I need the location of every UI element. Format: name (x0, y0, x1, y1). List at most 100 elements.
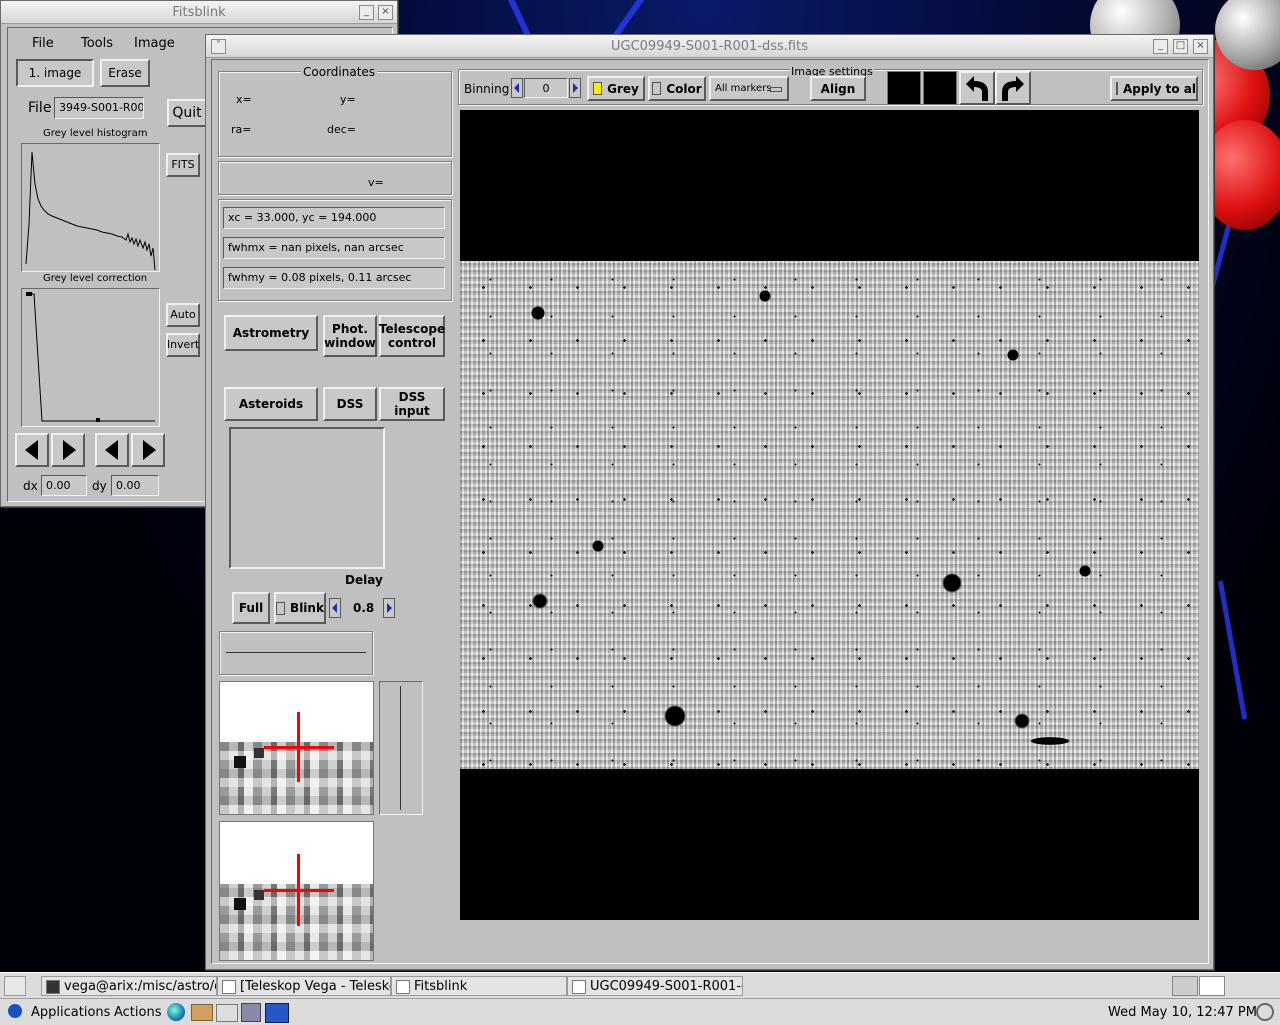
delay-increase-arrow-icon[interactable] (383, 598, 395, 618)
top-panel: Applications Actions Wed May 10, 12:47 P… (0, 998, 1280, 1025)
workspace-1-icon[interactable] (1172, 976, 1198, 996)
binning-increase-arrow-icon[interactable] (569, 78, 581, 98)
undo-button[interactable] (959, 71, 995, 105)
x-label: x= (236, 93, 252, 106)
prev-arrow-icon[interactable] (15, 433, 49, 467)
zoom-scrollbar-track (400, 686, 401, 810)
markers-dropdown[interactable]: All markers (709, 76, 789, 101)
phot-window-button[interactable]: Phot. window (323, 315, 377, 357)
minimize-icon[interactable]: _ (359, 5, 374, 20)
terminal-launcher-icon[interactable] (265, 1003, 289, 1023)
align-button[interactable]: Align (810, 76, 866, 101)
image-canvas[interactable] (460, 110, 1199, 920)
next-arrow-icon[interactable] (51, 433, 85, 467)
zoom-scrollbar[interactable] (379, 681, 423, 815)
color-button[interactable]: Color (648, 76, 706, 101)
color-swatch-1[interactable] (887, 71, 921, 105)
blink-button[interactable]: Blink (274, 592, 326, 624)
color-label: Color (666, 81, 702, 96)
grey-button[interactable]: Grey (587, 76, 645, 101)
markers-option-label: All markers (715, 82, 772, 94)
apply-label: Apply to all (1123, 81, 1198, 96)
dy-field[interactable]: 0.00 (111, 475, 159, 496)
fitsblink-title: Fitsblink (172, 5, 226, 20)
image-window-title: UGC09949-S001-R001-dss.fits (611, 39, 808, 54)
app-icon (222, 980, 236, 994)
correction-plot (26, 292, 155, 422)
grey-checkbox-icon (593, 82, 603, 95)
task-label: UGC09949-S001-R001-ds (590, 979, 743, 994)
crosshair-vertical (297, 712, 300, 782)
main-menu-icon[interactable] (8, 1004, 22, 1018)
prev-arrow-icon[interactable] (95, 433, 129, 467)
window-icon (572, 980, 586, 994)
task-image-window[interactable]: UGC09949-S001-R001-ds (567, 976, 743, 996)
undo-arrow-icon (966, 76, 988, 101)
dss-button[interactable]: DSS (323, 387, 377, 421)
redo-button[interactable] (995, 71, 1031, 105)
close-icon[interactable]: × (1193, 39, 1208, 54)
fitsblink-titlebar[interactable]: Fitsblink _ × (1, 1, 397, 24)
fwhmy-readout: fwhmy = 0.08 pixels, 0.11 arcsec (223, 267, 445, 289)
tools-launcher-icon[interactable] (241, 1003, 261, 1022)
asteroids-button[interactable]: Asteroids (224, 387, 318, 421)
show-desktop-icon[interactable] (4, 976, 26, 996)
task-telescope[interactable]: [Teleskop Vega - Telesko (217, 976, 391, 996)
volume-icon[interactable] (1256, 1003, 1274, 1021)
mail-launcher-icon[interactable] (191, 1004, 213, 1021)
menu-tools[interactable]: Tools (81, 36, 113, 51)
dx-field[interactable]: 0.00 (41, 475, 87, 496)
telescope-control-button[interactable]: Telescope control (379, 315, 445, 357)
dss-input-button[interactable]: DSS input (379, 387, 445, 421)
menu-image[interactable]: Image (134, 36, 175, 51)
apply-to-all-button[interactable]: Apply to all (1110, 76, 1198, 101)
full-button[interactable]: Full (232, 592, 270, 624)
maximize-icon[interactable]: □ (1173, 39, 1188, 54)
browser-launcher-icon[interactable] (167, 1003, 185, 1021)
grey-label: Grey (607, 81, 639, 96)
color-swatch-2[interactable] (923, 71, 957, 105)
file-field[interactable]: 3949-S001-R001- (54, 97, 144, 119)
menu-file[interactable]: File (32, 36, 54, 51)
fwhmx-readout: fwhmx = nan pixels, nan arcsec (223, 237, 445, 259)
close-icon[interactable]: × (378, 5, 393, 20)
binning-field[interactable]: 0 (524, 78, 568, 98)
invert-button[interactable]: Invert (166, 333, 200, 357)
zoom-star (234, 756, 246, 768)
applications-menu[interactable]: Applications (31, 1005, 110, 1020)
blink-slider-track[interactable] (226, 652, 366, 653)
task-label: [Teleskop Vega - Telesko (240, 979, 391, 994)
image-window-titlebar[interactable]: ˅ UGC09949-S001-R001-dss.fits _ □ × (206, 35, 1213, 58)
fits-button[interactable]: FITS (166, 153, 200, 177)
delay-value[interactable]: 0.8 (353, 601, 374, 615)
crosshair-vertical (297, 854, 300, 926)
astrometry-button[interactable]: Astrometry (224, 315, 318, 351)
zoom-preview-2 (219, 821, 374, 961)
delay-decrease-arrow-icon[interactable] (329, 598, 341, 618)
editor-launcher-icon[interactable] (216, 1004, 238, 1022)
image-window: ˅ UGC09949-S001-R001-dss.fits _ □ × Coor… (205, 34, 1214, 970)
zoom-star (234, 898, 246, 910)
zoom-star (254, 748, 264, 758)
grey-level-histogram (21, 143, 160, 272)
task-label: Fitsblink (414, 979, 468, 994)
task-fitsblink[interactable]: Fitsblink (391, 976, 567, 996)
minimize-icon[interactable]: _ (1153, 39, 1168, 54)
correction-label: Grey level correction (43, 273, 148, 284)
y-label: y= (340, 93, 356, 106)
image-select-button[interactable]: 1. image (16, 59, 94, 87)
quit-button[interactable]: Quit (167, 99, 207, 127)
task-terminal[interactable]: vega@arix:/misc/astro/da (41, 976, 217, 996)
dropdown-indicator-icon (770, 87, 782, 92)
redo-arrow-icon (1002, 76, 1024, 101)
actions-menu[interactable]: Actions (114, 1005, 162, 1020)
clock[interactable]: Wed May 10, 12:47 PM (1108, 1005, 1257, 1020)
window-icon (396, 980, 410, 994)
dy-label: dy (92, 479, 107, 493)
xc-yc-readout: xc = 33.000, yc = 194.000 (223, 207, 445, 229)
workspace-2-icon[interactable] (1199, 976, 1225, 996)
binning-decrease-arrow-icon[interactable] (511, 78, 523, 98)
auto-button[interactable]: Auto (166, 303, 200, 327)
erase-button[interactable]: Erase (100, 59, 150, 87)
next-arrow-icon[interactable] (131, 433, 165, 467)
